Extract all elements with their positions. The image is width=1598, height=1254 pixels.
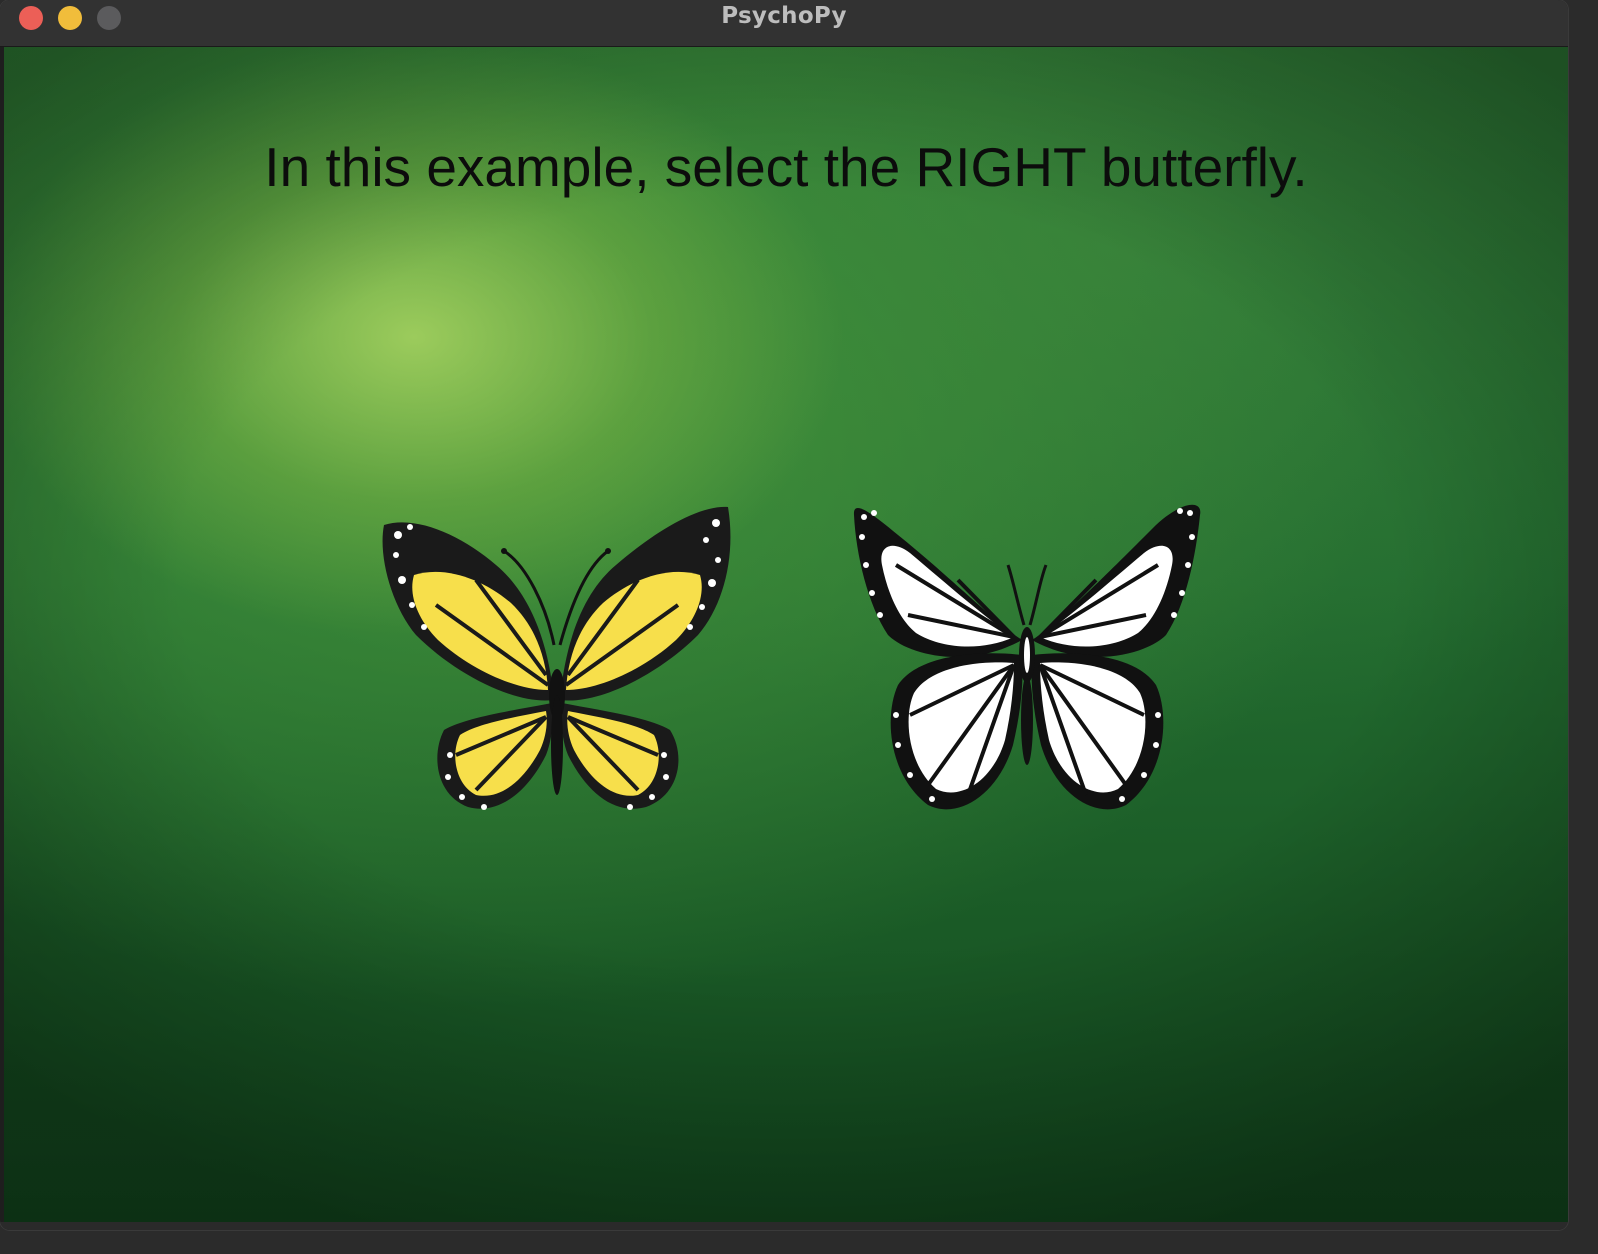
window-bottom-edge <box>0 1222 1568 1230</box>
butterfly-yellow-icon <box>382 506 731 810</box>
butterfly-white-icon <box>853 504 1201 810</box>
instruction-text: In this example, select the RIGHT butter… <box>264 136 1308 198</box>
window-title: PsychoPy <box>721 3 847 29</box>
experiment-stage: In this example, select the RIGHT butter… <box>4 47 1568 1222</box>
title-bar: PsychoPy <box>0 0 1568 47</box>
right-butterfly[interactable] <box>848 455 1208 815</box>
left-butterfly[interactable] <box>376 455 736 815</box>
psychopy-window: PsychoPy In this example, select the RIG… <box>0 0 1568 1230</box>
